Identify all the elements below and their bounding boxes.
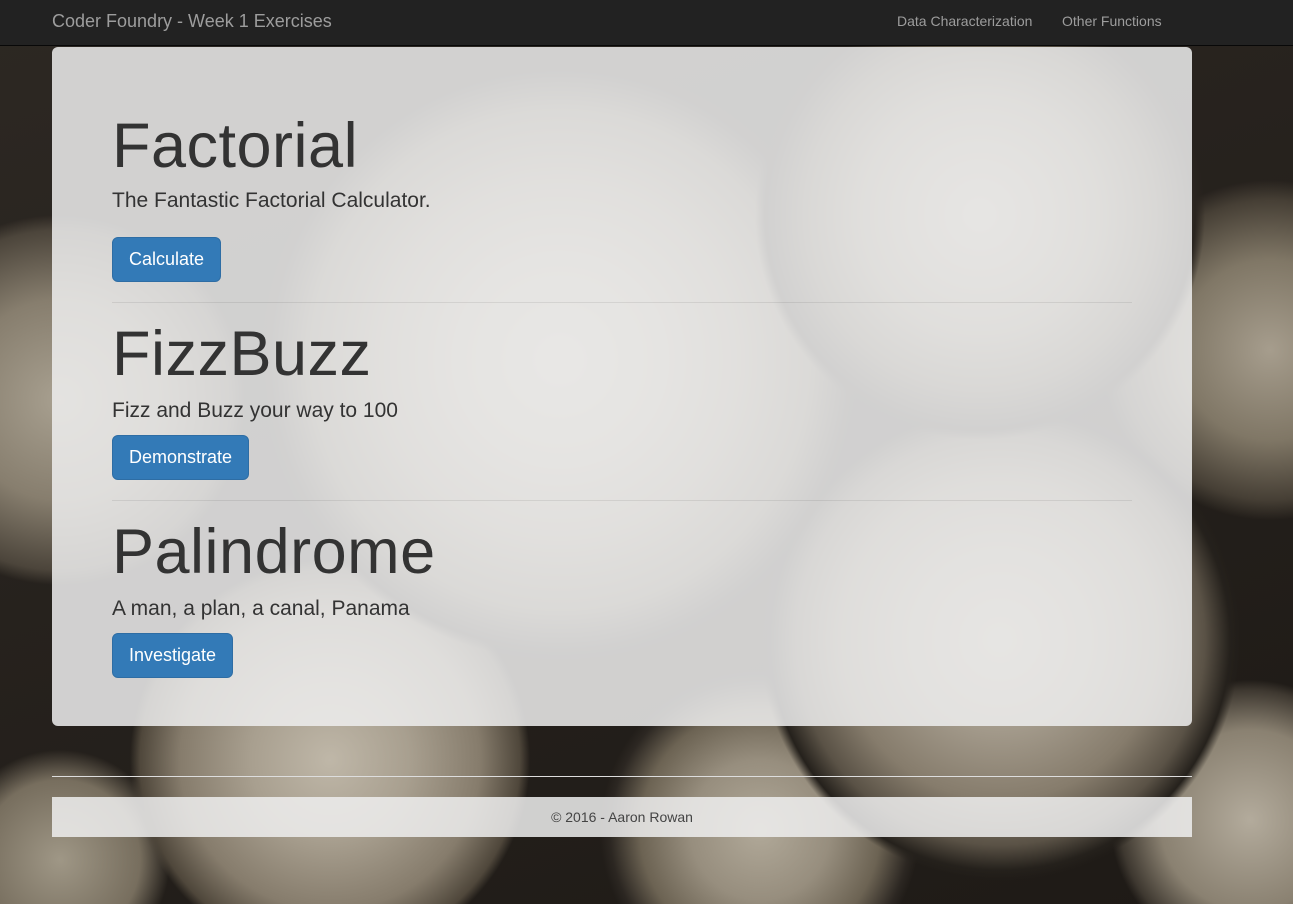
palindrome-section: Palindrome A man, a plan, a canal, Panam…	[112, 517, 436, 620]
section-divider	[112, 302, 1132, 303]
fizzbuzz-heading: FizzBuzz	[112, 319, 372, 389]
calculate-button[interactable]: Calculate	[112, 237, 222, 282]
brand-link[interactable]: Coder Foundry - Week 1 Exercises	[52, 11, 332, 32]
investigate-button[interactable]: Investigate	[112, 633, 234, 678]
footer-divider	[52, 776, 1192, 777]
factorial-section: Factorial The Fantastic Factorial Calcul…	[112, 111, 431, 212]
nav-link-other-functions[interactable]: Other Functions	[1062, 13, 1162, 29]
main-panel: Factorial The Fantastic Factorial Calcul…	[52, 47, 1192, 726]
footer: © 2016 - Aaron Rowan	[52, 797, 1192, 837]
factorial-heading: Factorial	[112, 111, 359, 181]
navbar: Coder Foundry - Week 1 Exercises Data Ch…	[0, 0, 1293, 46]
factorial-subtitle: The Fantastic Factorial Calculator.	[112, 189, 431, 212]
demonstrate-button[interactable]: Demonstrate	[112, 435, 250, 480]
footer-copyright: © 2016 - Aaron Rowan	[551, 809, 693, 825]
nav-link-data-characterization[interactable]: Data Characterization	[897, 13, 1032, 29]
fizzbuzz-section: FizzBuzz Fizz and Buzz your way to 100	[112, 319, 398, 422]
section-divider	[112, 500, 1132, 501]
palindrome-subtitle: A man, a plan, a canal, Panama	[112, 597, 410, 620]
fizzbuzz-subtitle: Fizz and Buzz your way to 100	[112, 399, 398, 422]
palindrome-heading: Palindrome	[112, 517, 436, 587]
